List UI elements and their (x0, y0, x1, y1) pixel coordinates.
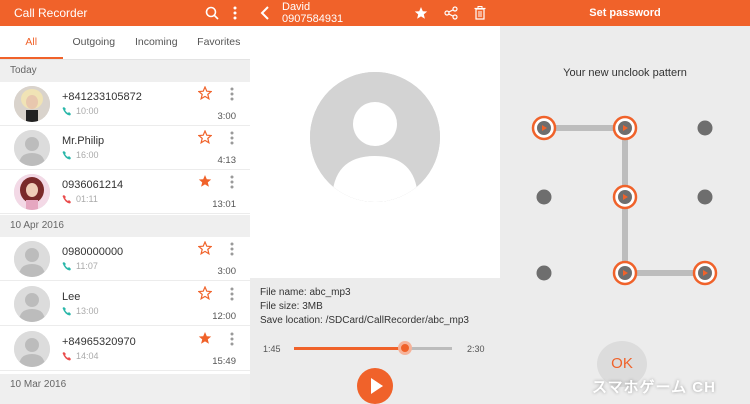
row-more-icon[interactable] (228, 174, 236, 190)
share-icon[interactable] (442, 4, 460, 22)
total-time: 2:30 (467, 344, 485, 354)
pattern-dot[interactable] (697, 120, 713, 136)
seek-bar-thumb[interactable] (397, 341, 412, 355)
row-more-icon[interactable] (228, 331, 236, 347)
row-more-icon[interactable] (228, 286, 236, 302)
seek-bar-progress (294, 347, 405, 350)
avatar (14, 286, 50, 322)
row-more-icon[interactable] (228, 86, 236, 102)
file-name: File name: abc_mp3 (260, 287, 351, 298)
pattern-lock-grid[interactable] (500, 0, 750, 300)
section-header-date: 10 Mar 2016 (0, 374, 250, 404)
star-outline-icon[interactable] (198, 241, 212, 255)
avatar (14, 174, 50, 210)
contact-number: 0907584931 (282, 13, 344, 25)
outgoing-call-icon (62, 195, 71, 204)
call-time: 10:00 (76, 106, 99, 116)
recording-row[interactable]: 0980000000 11:07 3:00 (0, 237, 250, 281)
tab-incoming[interactable]: Incoming (125, 26, 188, 59)
overflow-menu-icon[interactable] (226, 4, 244, 22)
contact-avatar (310, 72, 440, 202)
file-size: File size: 3MB (260, 301, 323, 312)
app-title: Call Recorder (14, 6, 88, 20)
contact-name: Lee (62, 291, 81, 303)
avatar (14, 130, 50, 166)
recordings-list-screen: Call Recorder All Outgoing Incoming Favo… (0, 0, 250, 404)
pattern-dot-selected[interactable] (531, 115, 557, 141)
section-header-today: Today (0, 60, 250, 82)
pattern-dot[interactable] (536, 189, 552, 205)
watermark-logo: スマホゲーム CH (592, 379, 716, 396)
call-duration: 15:49 (212, 356, 236, 367)
call-duration: 4:13 (217, 155, 237, 166)
play-icon (371, 378, 383, 394)
recording-row[interactable]: 0936061214 01:11 13:01 (0, 170, 250, 214)
filter-tabs: All Outgoing Incoming Favorites (0, 26, 250, 60)
contact-name: 0936061214 (62, 179, 124, 191)
pattern-dot-selected[interactable] (612, 260, 638, 286)
contact-card (250, 26, 500, 278)
tab-outgoing[interactable]: Outgoing (63, 26, 126, 59)
seek-bar[interactable] (294, 347, 452, 350)
call-time: 01:11 (76, 194, 98, 204)
pattern-dot-selected[interactable] (612, 184, 638, 210)
star-outline-icon[interactable] (198, 86, 212, 100)
detail-app-bar: David 0907584931 (250, 0, 500, 26)
call-time: 14:04 (76, 351, 99, 361)
contact-name: Mr.Philip (62, 135, 105, 147)
call-duration: 12:00 (212, 311, 236, 322)
call-time: 11:07 (76, 261, 98, 271)
row-more-icon[interactable] (228, 241, 236, 257)
contact-name: 0980000000 (62, 246, 124, 258)
call-duration: 3:00 (217, 111, 237, 122)
incoming-call-icon (62, 307, 71, 316)
elapsed-time: 1:45 (263, 344, 281, 354)
star-filled-icon[interactable] (412, 4, 430, 22)
call-time: 13:00 (76, 306, 99, 316)
recording-row[interactable]: Lee 13:00 12:00 (0, 282, 250, 326)
incoming-call-icon (62, 262, 71, 271)
row-more-icon[interactable] (228, 130, 236, 146)
pattern-dot-selected[interactable] (612, 115, 638, 141)
incoming-call-icon (62, 107, 71, 116)
star-outline-icon[interactable] (198, 286, 212, 300)
pattern-dot[interactable] (697, 189, 713, 205)
section-header-date: 10 Apr 2016 (0, 215, 250, 237)
star-filled-icon[interactable] (198, 174, 212, 188)
contact-name: +84965320970 (62, 336, 136, 348)
star-filled-icon[interactable] (198, 331, 212, 345)
tab-favorites[interactable]: Favorites (188, 26, 251, 59)
delete-icon[interactable] (471, 4, 489, 22)
recording-detail-screen: David 0907584931 File name: abc_mp3 File… (250, 0, 500, 404)
recording-row[interactable]: +841233105872 10:00 3:00 (0, 82, 250, 126)
contact-name: +841233105872 (62, 91, 142, 103)
call-duration: 13:01 (212, 199, 236, 210)
call-duration: 3:00 (217, 266, 237, 277)
avatar (14, 331, 50, 367)
pattern-dot-selected[interactable] (692, 260, 718, 286)
recorder-app-bar: Call Recorder (0, 0, 250, 26)
set-password-screen: Set password Your new unclook pattern OK… (500, 0, 750, 404)
incoming-call-icon (62, 151, 71, 160)
avatar (14, 241, 50, 277)
search-icon[interactable] (203, 4, 221, 22)
avatar (14, 86, 50, 122)
recording-row[interactable]: Mr.Philip 16:00 4:13 (0, 126, 250, 170)
save-location: Save location: /SDCard/CallRecorder/abc_… (260, 315, 469, 326)
contact-name: David (282, 1, 311, 13)
pattern-dot[interactable] (536, 265, 552, 281)
call-time: 16:00 (76, 150, 99, 160)
play-button[interactable] (357, 368, 393, 404)
star-outline-icon[interactable] (198, 130, 212, 144)
recording-row[interactable]: +84965320970 14:04 15:49 (0, 327, 250, 371)
tab-all[interactable]: All (0, 26, 63, 59)
outgoing-call-icon (62, 352, 71, 361)
back-arrow-icon[interactable] (258, 5, 272, 21)
